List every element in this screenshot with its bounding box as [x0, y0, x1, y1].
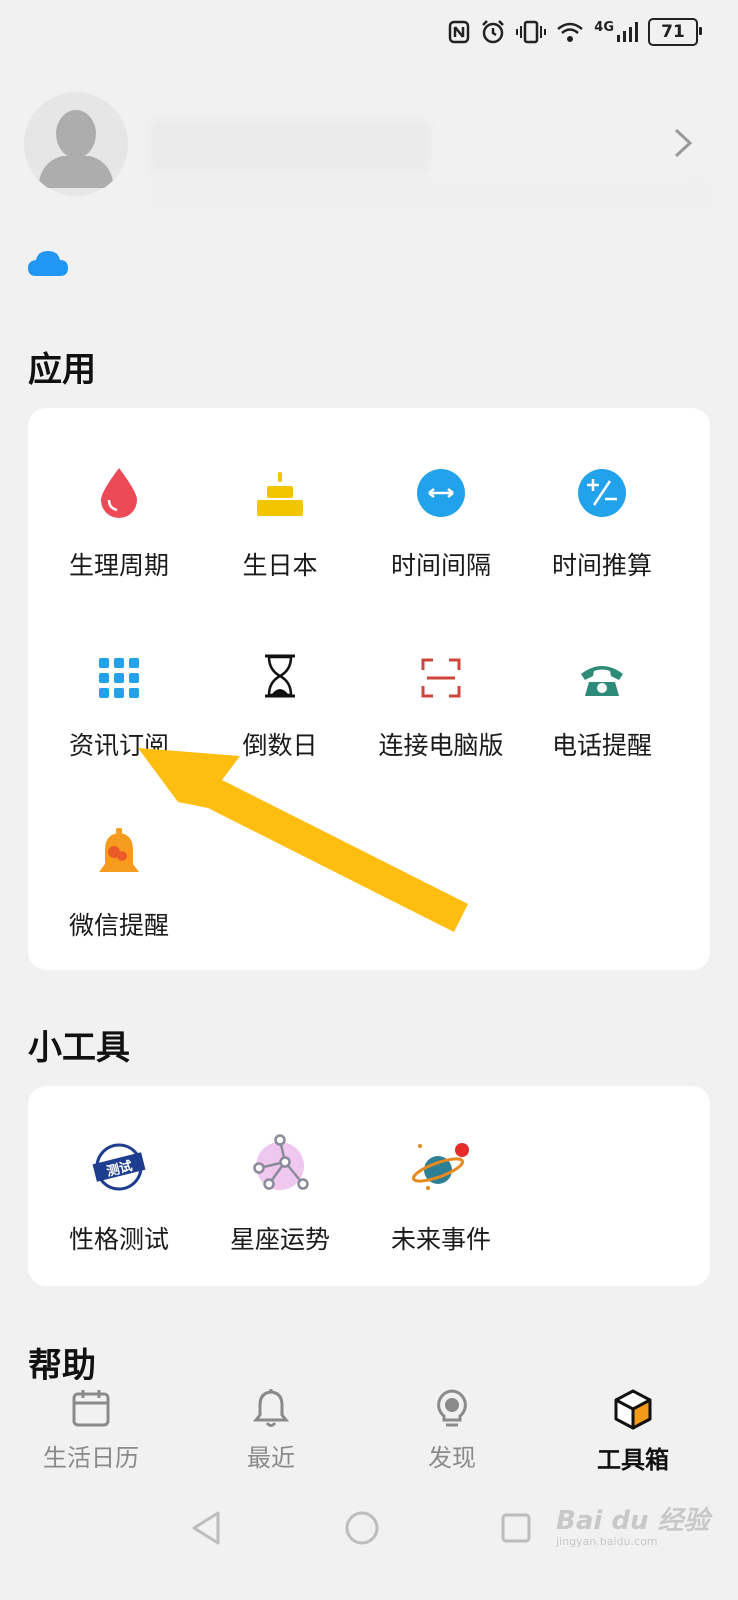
network-label: 4G — [594, 19, 614, 35]
tab-label: 最近 — [247, 1444, 295, 1472]
planet-icon — [411, 1143, 469, 1190]
app-item-phone-reminder[interactable]: 电话提醒 — [520, 628, 684, 762]
interval-icon — [417, 469, 465, 517]
recent-apps-nav-icon[interactable] — [500, 1512, 532, 1544]
baidu-watermark: Bai du 经验 jingyan.baidu.com — [556, 1506, 710, 1548]
app-item-label: 电话提醒 — [551, 731, 652, 760]
home-nav-icon[interactable] — [344, 1510, 380, 1546]
box-icon — [614, 1389, 652, 1430]
tab-label: 发现 — [428, 1444, 476, 1472]
tool-item-label: 未来事件 — [390, 1225, 491, 1254]
app-item-birthday[interactable]: 生日本 — [198, 448, 362, 582]
phone-icon — [581, 666, 623, 696]
hourglass-icon — [265, 654, 295, 698]
calendar-icon — [72, 1390, 110, 1427]
profile-name-blurred — [150, 120, 430, 172]
app-item-label: 时间间隔 — [390, 551, 491, 580]
constellation-icon — [253, 1134, 309, 1190]
bottom-tab-bar: 生活日历 最近 发现 工具箱 — [0, 1380, 738, 1480]
annotation-arrow — [138, 748, 468, 932]
app-item-calc[interactable]: 时间推算 — [520, 448, 684, 582]
tools-card: 测试 性格测试 星座运势 未来事件 — [28, 1086, 710, 1286]
status-bar: 4G 71 — [448, 18, 702, 46]
signal-icon — [617, 22, 638, 42]
back-nav-icon[interactable] — [190, 1510, 222, 1546]
tab-label: 生活日历 — [43, 1444, 139, 1472]
grid-icon — [99, 658, 139, 698]
tool-item-future-events[interactable]: 未来事件 — [359, 1122, 523, 1256]
tool-item-personality[interactable]: 测试 性格测试 — [37, 1122, 201, 1256]
drop-icon — [101, 468, 137, 518]
plus-minus-icon — [578, 469, 626, 517]
tools-section-title: 小工具 — [28, 1028, 130, 1068]
app-item-label: 时间推算 — [551, 551, 652, 580]
chevron-right-icon[interactable] — [672, 126, 694, 160]
cake-icon — [257, 472, 303, 516]
profile-detail-blurred — [150, 180, 710, 210]
avatar[interactable] — [24, 92, 128, 196]
vibrate-icon — [516, 20, 547, 44]
scan-icon — [421, 658, 461, 698]
tab-recent[interactable]: 最近 — [196, 1388, 346, 1473]
app-item-period[interactable]: 生理周期 — [37, 448, 201, 582]
test-stamp-icon: 测试 — [92, 1143, 146, 1191]
tool-item-label: 性格测试 — [68, 1225, 169, 1254]
app-item-interval[interactable]: 时间间隔 — [359, 448, 523, 582]
nfc-icon — [449, 20, 470, 44]
tab-discover[interactable]: 发现 — [377, 1388, 527, 1473]
tool-item-horoscope[interactable]: 星座运势 — [198, 1122, 362, 1256]
avatar-silhouette-icon — [38, 110, 114, 188]
cloud-icon[interactable] — [26, 246, 70, 280]
wifi-icon — [557, 22, 584, 42]
app-item-label: 生理周期 — [68, 551, 169, 580]
tab-toolbox[interactable]: 工具箱 — [558, 1388, 708, 1475]
bell-outline-icon — [252, 1389, 290, 1427]
apps-section-title: 应用 — [28, 350, 96, 390]
tool-item-label: 星座运势 — [229, 1225, 330, 1254]
tab-life-calendar[interactable]: 生活日历 — [16, 1388, 166, 1473]
alarm-icon — [482, 20, 505, 44]
battery-indicator: 71 — [648, 18, 702, 46]
bulb-icon — [437, 1389, 467, 1427]
tab-label: 工具箱 — [597, 1446, 669, 1474]
app-item-label: 生日本 — [242, 551, 318, 580]
